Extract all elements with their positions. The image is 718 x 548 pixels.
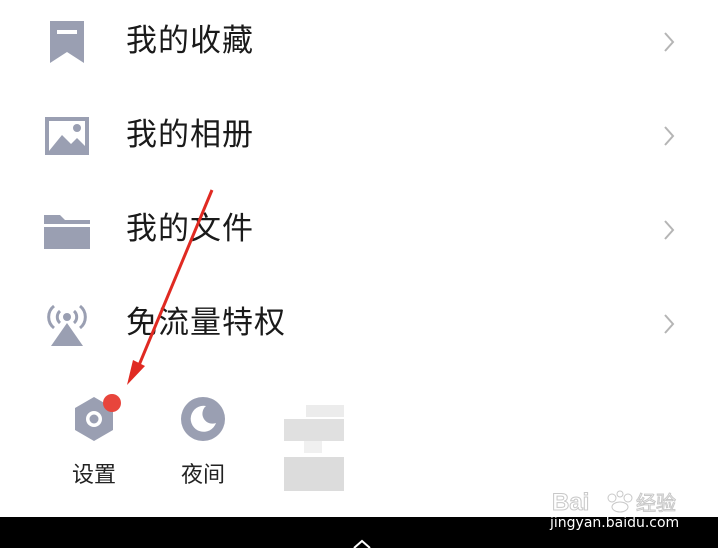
watermark-url: jingyan.baidu.com bbox=[550, 515, 680, 531]
blurred-item[interactable] bbox=[284, 405, 344, 495]
svg-text:经验: 经验 bbox=[636, 491, 676, 515]
chevron-right-icon bbox=[664, 126, 675, 146]
settings-label: 设置 bbox=[71, 463, 116, 488]
night-mode-button[interactable]: 夜间 bbox=[158, 395, 248, 495]
menu-item-label: 我的相册 bbox=[126, 117, 254, 153]
chevron-right-icon bbox=[664, 32, 675, 52]
menu-item-files[interactable]: 我的文件 bbox=[0, 188, 718, 282]
notification-badge bbox=[103, 394, 121, 412]
chevron-right-icon bbox=[664, 314, 675, 334]
chevron-right-icon bbox=[664, 220, 675, 240]
blur-block bbox=[306, 405, 344, 417]
menu-item-label: 我的收藏 bbox=[126, 23, 254, 59]
svg-text:Bai: Bai bbox=[552, 489, 589, 516]
menu-item-favorites[interactable]: 我的收藏 bbox=[0, 0, 718, 94]
night-mode-label: 夜间 bbox=[180, 463, 225, 488]
moon-icon bbox=[181, 397, 225, 441]
menu-item-free-data[interactable]: 免流量特权 bbox=[0, 282, 718, 376]
home-icon[interactable] bbox=[352, 539, 372, 548]
folder-icon bbox=[44, 215, 90, 249]
settings-button[interactable]: 设置 bbox=[49, 394, 139, 495]
menu-item-album[interactable]: 我的相册 bbox=[0, 94, 718, 188]
blur-block bbox=[304, 441, 322, 453]
bookmark-icon bbox=[50, 21, 84, 63]
menu-item-label: 免流量特权 bbox=[126, 305, 286, 341]
menu-item-label: 我的文件 bbox=[126, 211, 254, 247]
image-icon bbox=[45, 117, 89, 155]
signal-tower-icon bbox=[47, 304, 87, 346]
blur-block bbox=[284, 457, 344, 491]
blur-block bbox=[284, 419, 344, 441]
